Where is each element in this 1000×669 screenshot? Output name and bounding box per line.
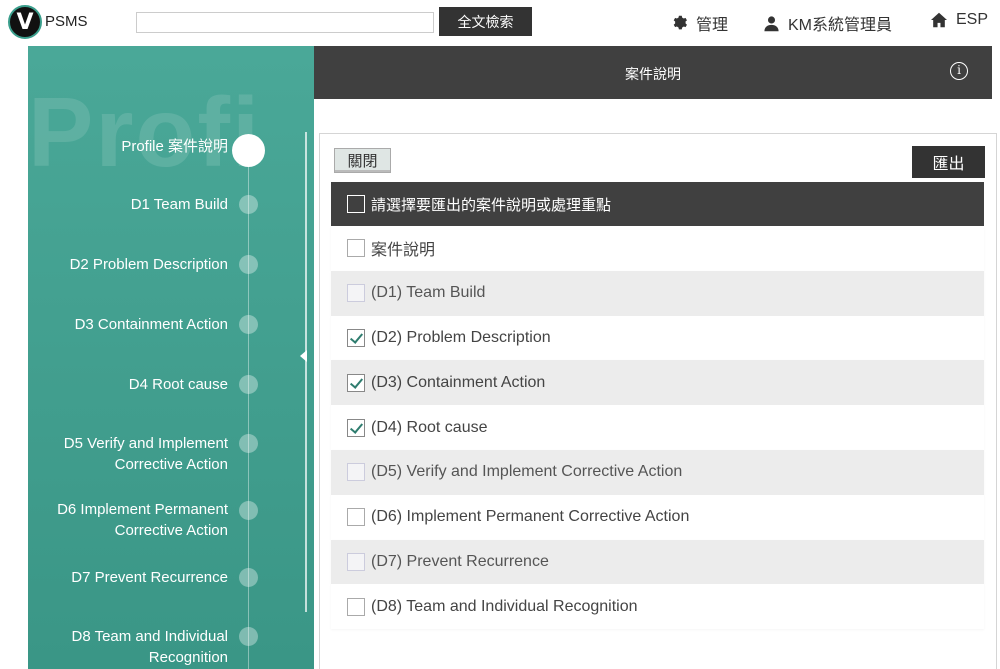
sidebar-step-d6[interactable]: D6 Implement Permanent Corrective Action bbox=[28, 499, 228, 541]
user-icon bbox=[764, 15, 779, 31]
page-title: 案件說明 bbox=[625, 66, 681, 82]
info-icon[interactable]: i bbox=[950, 62, 968, 80]
sidebar-step-label: Corrective Action bbox=[114, 456, 228, 473]
sidebar-step-profile[interactable]: Profile 案件說明 bbox=[28, 136, 228, 157]
home-label: ESP bbox=[956, 11, 989, 28]
list-item[interactable]: (D6) Implement Permanent Corrective Acti… bbox=[331, 494, 984, 540]
option-checkbox bbox=[347, 463, 365, 482]
manage-label: 管理 bbox=[696, 17, 729, 34]
sidebar-step-d1[interactable]: D1 Team Build bbox=[28, 194, 228, 215]
sidebar-step-label: D8 Team and Individual bbox=[71, 628, 229, 645]
list-item: (D1) Team Build bbox=[331, 270, 984, 316]
collapse-sidebar-icon[interactable] bbox=[300, 350, 307, 362]
user-label: KM系統管理員 bbox=[788, 17, 893, 34]
sidebar-step-dot[interactable] bbox=[239, 195, 258, 214]
sidebar-step-label: D6 Implement Permanent bbox=[57, 501, 228, 518]
list-item[interactable]: 案件說明 bbox=[331, 226, 984, 271]
option-label: (D7) Prevent Recurrence bbox=[371, 552, 549, 570]
list-item[interactable]: (D3) Containment Action bbox=[331, 360, 984, 406]
sidebar-step-dot[interactable] bbox=[239, 568, 258, 587]
gear-icon bbox=[673, 15, 687, 30]
option-label: (D3) Containment Action bbox=[371, 373, 546, 391]
option-checkbox[interactable] bbox=[347, 239, 365, 258]
sidebar-step-dot-active[interactable] bbox=[232, 134, 265, 167]
option-label: 案件說明 bbox=[371, 242, 436, 260]
option-label: (D8) Team and Individual Recognition bbox=[371, 597, 638, 615]
close-button[interactable]: 關閉 bbox=[334, 148, 391, 173]
list-item: (D5) Verify and Implement Corrective Act… bbox=[331, 449, 984, 495]
select-all-label: 請選擇要匯出的案件說明或處理重點 bbox=[371, 196, 612, 214]
main-header: 案件說明 i bbox=[314, 46, 992, 99]
export-options-list: 請選擇要匯出的案件說明或處理重點 案件說明 (D1) Team Build (D… bbox=[331, 182, 984, 630]
sidebar-step-d8[interactable]: D8 Team and Individual Recognition bbox=[28, 626, 229, 668]
option-checkbox-checked[interactable] bbox=[347, 373, 365, 392]
fulltext-search-input[interactable] bbox=[136, 12, 434, 33]
top-bar: V PSMS 全文檢索 管理 KM系統管理員 ESP bbox=[0, 0, 1000, 44]
option-checkbox-checked[interactable] bbox=[347, 328, 365, 347]
user-menu[interactable]: KM系統管理員 bbox=[763, 11, 892, 35]
select-all-checkbox[interactable] bbox=[347, 195, 365, 213]
sidebar-step-dot[interactable] bbox=[239, 501, 258, 520]
sidebar-step-d2[interactable]: D2 Problem Description bbox=[28, 254, 228, 275]
option-label: (D1) Team Build bbox=[371, 284, 486, 302]
list-item[interactable]: (D2) Problem Description bbox=[331, 315, 984, 361]
home-icon bbox=[931, 12, 947, 28]
logo-letter: V bbox=[16, 10, 34, 35]
manage-link[interactable]: 管理 bbox=[670, 11, 728, 35]
option-checkbox[interactable] bbox=[347, 508, 365, 527]
option-checkbox-checked[interactable] bbox=[347, 418, 365, 437]
sidebar-step-d5[interactable]: D5 Verify and Implement Corrective Actio… bbox=[28, 433, 228, 475]
option-checkbox bbox=[347, 284, 365, 303]
app-logo[interactable]: V bbox=[8, 5, 42, 39]
list-item[interactable]: (D8) Team and Individual Recognition bbox=[331, 584, 984, 630]
sidebar-step-d4[interactable]: D4 Root cause bbox=[28, 374, 228, 395]
export-button[interactable]: 匯出 bbox=[912, 146, 985, 178]
list-item: (D7) Prevent Recurrence bbox=[331, 539, 984, 585]
fulltext-search-button[interactable]: 全文檢索 bbox=[439, 7, 532, 36]
sidebar-step-dot[interactable] bbox=[239, 375, 258, 394]
home-link[interactable]: ESP bbox=[930, 11, 988, 29]
sidebar-step-d3[interactable]: D3 Containment Action bbox=[28, 314, 228, 335]
sidebar-step-dot[interactable] bbox=[239, 627, 258, 646]
sidebar-step-dot[interactable] bbox=[239, 315, 258, 334]
sidebar-step-label: Recognition bbox=[148, 649, 228, 666]
sidebar-step-d7[interactable]: D7 Prevent Recurrence bbox=[28, 567, 228, 588]
option-checkbox bbox=[347, 552, 365, 571]
timeline-line bbox=[248, 150, 249, 669]
sidebar-ghost-text: Profi bbox=[28, 77, 262, 187]
option-label: (D5) Verify and Implement Corrective Act… bbox=[371, 463, 683, 481]
option-label: (D2) Problem Description bbox=[371, 328, 551, 346]
step-sidebar: Profi Profile 案件說明 D1 Team Build D2 Prob… bbox=[28, 46, 314, 669]
sidebar-step-label: D5 Verify and Implement bbox=[63, 435, 228, 452]
list-item[interactable]: (D4) Root cause bbox=[331, 405, 984, 450]
select-all-row[interactable]: 請選擇要匯出的案件說明或處理重點 bbox=[331, 182, 984, 226]
option-label: (D4) Root cause bbox=[371, 418, 488, 436]
sidebar-divider bbox=[305, 132, 307, 612]
option-label: (D6) Implement Permanent Corrective Acti… bbox=[371, 508, 690, 526]
sidebar-step-label: Corrective Action bbox=[114, 522, 228, 539]
brand-name: PSMS bbox=[45, 13, 88, 30]
sidebar-step-dot[interactable] bbox=[239, 434, 258, 453]
option-checkbox[interactable] bbox=[347, 597, 365, 616]
sidebar-step-dot[interactable] bbox=[239, 255, 258, 274]
